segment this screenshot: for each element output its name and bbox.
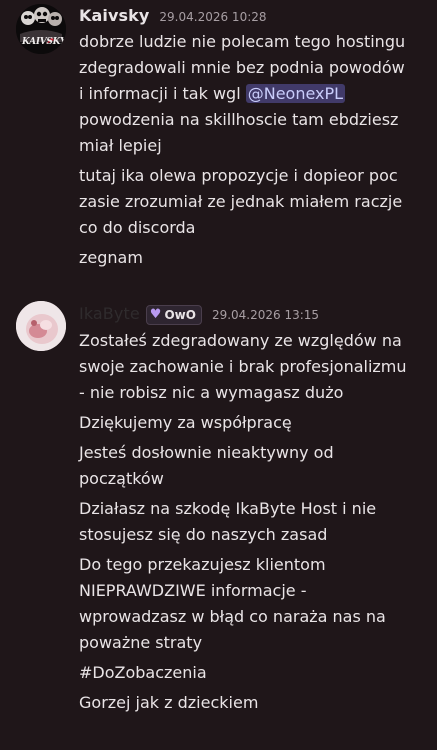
message-content-kaivsky: dobrze ludzie nie polecam tego hostingu … bbox=[79, 29, 429, 271]
text-line: zasie zrozumiał ze jednak miałem raczje bbox=[79, 192, 403, 211]
paragraph: Gorzej jak z dzieckiem bbox=[79, 690, 429, 716]
message-header-ikabyte: IkaByte ♥ OwO 29.04.2026 13:15 bbox=[79, 304, 319, 326]
text-line: miał lepiej bbox=[79, 136, 162, 155]
text-line: tutaj ika olewa propozycje i dopieor poc bbox=[79, 166, 398, 185]
text-line: Gorzej jak z dzieckiem bbox=[79, 693, 259, 712]
paragraph: #DoZobaczenia bbox=[79, 660, 429, 686]
pink-avatar-icon bbox=[16, 301, 66, 351]
text-line: i informacji i tak wgl @NeonexPL bbox=[79, 81, 429, 107]
username-ikabyte[interactable]: IkaByte bbox=[79, 304, 140, 323]
text-line: Do tego przekazujesz klientom bbox=[79, 555, 326, 574]
paragraph: tutaj ika olewa propozycje i dopieor poc… bbox=[79, 163, 429, 241]
text-line: #DoZobaczenia bbox=[79, 663, 207, 682]
timestamp-ikabyte[interactable]: 29.04.2026 13:15 bbox=[212, 308, 319, 322]
message-header-kaivsky: Kaivsky 29.04.2026 10:28 bbox=[79, 6, 267, 25]
paragraph: Zostałeś zdegradowany ze względów na swo… bbox=[79, 328, 429, 406]
text-line: - nie robisz nic a wymagasz dużo bbox=[79, 383, 344, 402]
paragraph: Jesteś dosłownie nieaktywny od początków bbox=[79, 440, 429, 492]
text-line: co do discorda bbox=[79, 218, 196, 237]
badge-label: OwO bbox=[164, 307, 196, 322]
role-badge[interactable]: ♥ OwO bbox=[145, 304, 202, 325]
user-mention[interactable]: @NeonexPL bbox=[245, 84, 346, 103]
text-line: swoje zachowanie i brak profesjonalizmu bbox=[79, 357, 407, 376]
text-line: dobrze ludzie nie polecam tego hostingu bbox=[79, 32, 406, 51]
text-line: Zostałeś zdegradowany ze względów na bbox=[79, 331, 402, 350]
text-line: zegnam bbox=[79, 248, 143, 267]
text-line: poważne straty bbox=[79, 633, 203, 652]
avatar-kaivsky[interactable]: KAIVSKY bbox=[16, 4, 66, 54]
message-group-kaivsky: KAIVSKY Kaivsky 29.04.2026 10:28 dobrze … bbox=[0, 0, 437, 290]
text-line: początków bbox=[79, 469, 164, 488]
heart-icon: ♥ bbox=[149, 307, 162, 322]
text-line: zdegradowali mnie bez podnia powodów bbox=[79, 58, 405, 77]
avatar-logo-text: KAIVSKY bbox=[22, 37, 66, 47]
username-kaivsky[interactable]: Kaivsky bbox=[79, 6, 149, 25]
text-line: stosujesz się do naszych zasad bbox=[79, 525, 328, 544]
paragraph: Dziękujemy za współpracę bbox=[79, 410, 429, 436]
avatar-ikabyte[interactable] bbox=[16, 301, 66, 351]
message-content-ikabyte: Zostałeś zdegradowany ze względów na swo… bbox=[79, 328, 429, 716]
message-group-ikabyte: IkaByte ♥ OwO 29.04.2026 13:15 Zostałeś … bbox=[0, 296, 437, 750]
paragraph: Do tego przekazujesz klientom NIEPRAWDZI… bbox=[79, 552, 429, 656]
text-segment: i informacji i tak wgl bbox=[79, 84, 246, 103]
text-line: wprowadzasz w błąd co naraża nas na bbox=[79, 607, 386, 626]
text-line: Działasz na szkodę IkaByte Host i nie bbox=[79, 499, 377, 518]
text-line: Dziękujemy za współpracę bbox=[79, 413, 292, 432]
text-line: NIEPRAWDZIWE informacje - bbox=[79, 581, 307, 600]
text-line: powodzenia na skillhoscie tam ebdziesz bbox=[79, 110, 399, 129]
text-line: Jesteś dosłownie nieaktywny od bbox=[79, 443, 334, 462]
paragraph: Działasz na szkodę IkaByte Host i nie st… bbox=[79, 496, 429, 548]
paragraph: zegnam bbox=[79, 245, 429, 271]
paragraph: dobrze ludzie nie polecam tego hostingu … bbox=[79, 29, 429, 159]
timestamp-kaivsky[interactable]: 29.04.2026 10:28 bbox=[159, 10, 266, 24]
